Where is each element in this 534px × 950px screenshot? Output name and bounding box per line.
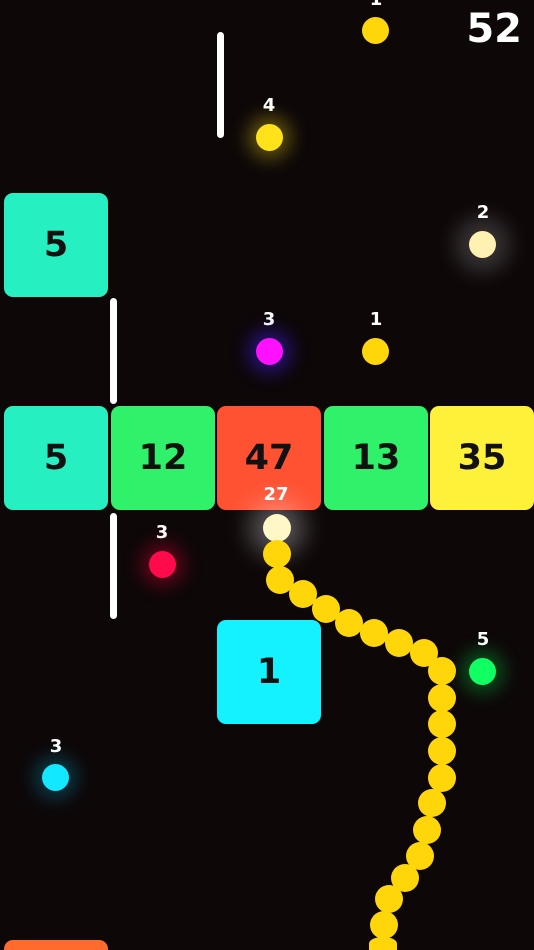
orb-magenta [256,338,283,365]
orb-label-small-yellow: 1 [369,309,383,330]
orb-red [149,551,176,578]
orb-label-green: 5 [476,629,490,650]
block-value: 12 [138,438,188,478]
snake-segment [413,816,441,844]
snake-length-label: 27 [263,484,289,505]
snake-segment [428,737,456,765]
block-value: 47 [244,438,294,478]
snake-segment [385,629,413,657]
snake-segment [428,684,456,712]
row-block-1: 5 [4,406,108,510]
upper-left-block: 5 [4,193,108,297]
orb-upper-yellow [256,124,283,151]
barrier-wall-middle [110,298,117,404]
orb-upper-white [469,231,496,258]
snake-segment [369,937,397,950]
block-value: 5 [43,225,69,265]
orb-cyan [42,764,69,791]
block-value: 35 [457,438,507,478]
snake-segment [428,710,456,738]
row-block-2: 12 [111,406,215,510]
orb-label-top-edge: 1 [356,0,396,10]
block-value: 1 [256,652,282,692]
orb-label-magenta: 3 [262,309,276,330]
score-counter: 52 [466,6,522,52]
orb-label-cyan: 3 [49,736,63,757]
snake-segment [428,764,456,792]
barrier-wall-top [217,32,224,138]
snake-segment [360,619,388,647]
orb-label-upper-yellow: 4 [262,95,276,116]
orb-label-upper-white: 2 [476,202,490,223]
block-value: 13 [351,438,401,478]
row-block-5: 35 [430,406,534,510]
snake-segment [263,540,291,568]
orb-green [469,658,496,685]
snake-head [263,514,291,542]
snake-segment [375,885,403,913]
orb-small-yellow [362,338,389,365]
row-block-4: 13 [324,406,428,510]
snake-segment [370,911,398,939]
game-board[interactable]: 52 5 5 12 47 13 35 1 1 4 2 3 1 3 5 3 27 [0,0,534,950]
snake-segment [418,789,446,817]
orb-label-red: 3 [155,522,169,543]
snake-segment [335,609,363,637]
lower-center-block: 1 [217,620,321,724]
orb-top-edge [362,17,389,44]
snake-segment [428,657,456,685]
bottom-edge-block [4,940,108,950]
barrier-wall-lower [110,513,117,619]
block-value: 5 [43,438,69,478]
